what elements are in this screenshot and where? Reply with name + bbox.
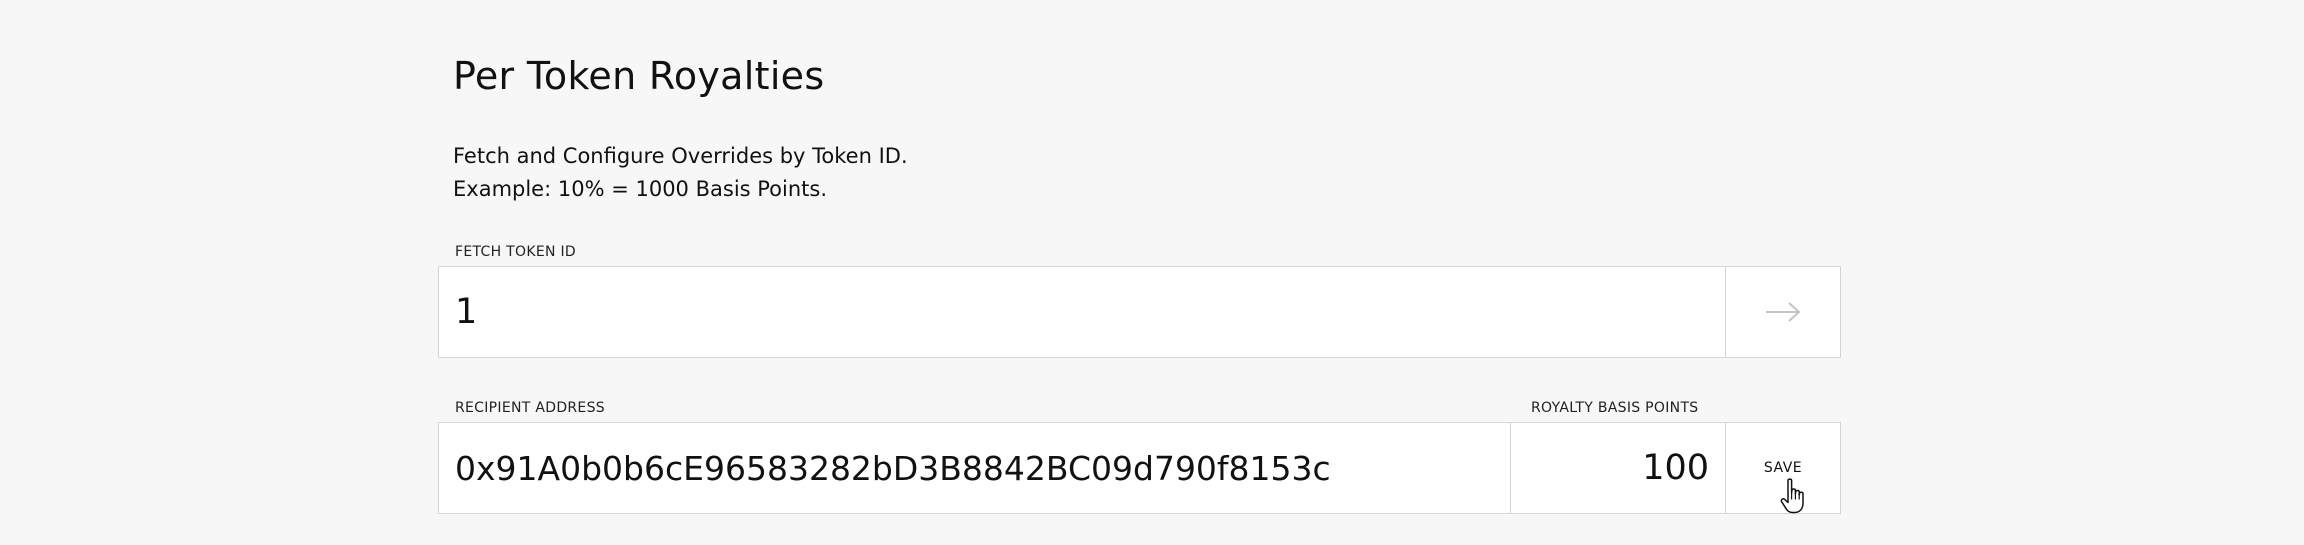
royalties-page: Per Token Royalties Fetch and Configure … (0, 0, 2304, 545)
royalty-basis-points-label: ROYALTY BASIS POINTS (1531, 400, 1699, 416)
token-id-input[interactable] (438, 266, 1726, 358)
description-line-1: Fetch and Configure Overrides by Token I… (453, 144, 908, 168)
recipient-address-label: RECIPIENT ADDRESS (455, 400, 605, 416)
page-title: Per Token Royalties (453, 54, 825, 98)
recipient-address-input[interactable] (438, 422, 1511, 514)
arrow-right-icon (1766, 302, 1801, 322)
fetch-button[interactable] (1725, 266, 1841, 358)
fetch-token-id-label: FETCH TOKEN ID (455, 244, 577, 260)
description-line-2: Example: 10% = 1000 Basis Points. (453, 177, 828, 201)
save-button[interactable]: SAVE (1725, 422, 1841, 514)
royalty-basis-points-input[interactable] (1510, 422, 1726, 514)
description: Fetch and Configure Overrides by Token I… (453, 140, 908, 206)
